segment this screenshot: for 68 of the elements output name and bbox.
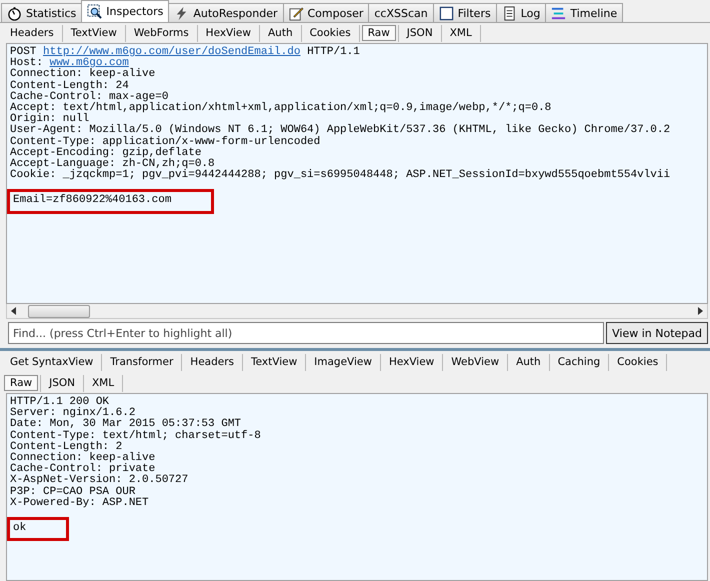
view-tab[interactable]: XML [86, 375, 120, 391]
main-tab[interactable]: AutoResponder [168, 3, 284, 22]
main-tab[interactable]: Statistics [1, 3, 82, 22]
view-tab[interactable]: XML [444, 25, 478, 41]
header-line: POST http://www.m6go.com/user/doSendEmail.do HTTP/1.1 [10, 47, 361, 58]
view-tab[interactable]: Headers [184, 354, 240, 370]
header-line: Content-Length: 24 [10, 80, 129, 92]
header-line: Accept: text/html,application/xhtml+xml,application/xml;q=0.9,image/webp,*/*;q=0.8 [10, 103, 552, 114]
view-tab[interactable]: Auth [262, 25, 299, 41]
header-line: Content-Type: application/x-www-form-urlencoded [10, 136, 322, 148]
header-line: Origin: null [10, 114, 90, 126]
stopwatch-icon [7, 6, 22, 20]
header-line: Accept-Encoding: gzip,deflate [10, 148, 202, 159]
document-icon [502, 6, 517, 20]
main-tab[interactable]: Timeline [545, 3, 624, 22]
view-tab[interactable]: Cookies [304, 25, 357, 41]
pencil-note-icon [288, 6, 304, 20]
header-line: Accept-Language: zh-CN,zh;q=0.8 [10, 159, 215, 170]
view-in-notepad-button[interactable]: View in Notepad [606, 322, 708, 344]
view-tab[interactable]: Auth [510, 354, 547, 370]
timeline-icon [551, 6, 566, 20]
view-tab[interactable]: Raw [4, 375, 38, 391]
header-line: Server: nginx/1.6.2 [10, 408, 136, 420]
view-tab[interactable]: Cookies [611, 354, 664, 370]
header-line: HTTP/1.1 200 OK [10, 397, 110, 408]
header-line: User-Agent: Mozilla/5.0 (Windows NT 6.1; WOW64) AppleWebKit/537.36 (KHTML, like Gecko) Chrome/37.0.2 [10, 125, 672, 136]
view-tab[interactable]: Transformer [104, 354, 180, 370]
view-tab[interactable]: HexView [382, 354, 440, 370]
view-tab[interactable]: TextView [245, 354, 304, 370]
main-tab[interactable]: ccXSScan [368, 3, 434, 22]
header-line: Cookie: _jzqckmp=1; pgv_pvi=9442444288; pgv_si=s6995048448; ASP.NET_SessionId=bxywd555qoebmt554vlvii [10, 170, 672, 182]
view-tab[interactable]: WebView [445, 354, 506, 370]
view-tab[interactable]: Get SyntaxView [4, 354, 100, 370]
view-tab[interactable]: JSON [43, 375, 81, 391]
url-link[interactable]: http://www.m6go.com/user/doSendEmail.do [43, 46, 300, 58]
magnifier-grid-icon [87, 4, 102, 19]
header-line: X-AspNet-Version: 2.0.50727 [10, 475, 190, 486]
header-line: Cache-Control: private [10, 464, 156, 476]
url-link[interactable]: www.m6go.com [50, 57, 129, 70]
header-line: Cache-Control: max-age=0 [10, 92, 168, 103]
view-tab[interactable]: JSON [400, 25, 439, 41]
header-line: Connection: keep-alive [10, 453, 156, 464]
header-line: X-Powered-By: ASP.NET [10, 498, 150, 510]
header-line: Content-Length: 2 [10, 442, 122, 453]
header-line: Date: Mon, 30 Mar 2015 05:37:53 GMT [10, 419, 242, 430]
horizontal-scrollbar[interactable] [6, 304, 708, 319]
view-tab[interactable]: Raw [362, 25, 396, 41]
main-tab[interactable]: Log [496, 3, 546, 22]
right-arrow-icon[interactable] [698, 307, 703, 315]
view-tab[interactable]: Caching [552, 354, 606, 370]
header-line: P3P: CP=CAO PSA OUR [10, 486, 136, 498]
header-line: Host: www.m6go.com [10, 58, 129, 70]
view-tab[interactable]: TextView [64, 25, 123, 41]
header-line: Content-Type: text/html; charset=utf-8 [10, 430, 262, 442]
view-tab[interactable]: WebForms [128, 25, 195, 41]
view-tab[interactable]: ImageView [308, 354, 378, 370]
left-arrow-icon[interactable] [11, 307, 16, 315]
header-line: Connection: keep-alive [10, 69, 156, 80]
main-tab[interactable]: Filters [432, 3, 497, 22]
checkbox-icon [438, 6, 454, 20]
request-body: Email=zf860922%40163.com [7, 189, 214, 214]
response-body: ok [7, 517, 70, 542]
view-tab[interactable]: Headers [4, 25, 60, 41]
find-field[interactable]: Find... (press Ctrl+Enter to highlight all) [8, 322, 604, 344]
main-tab[interactable]: Inspectors [81, 0, 170, 22]
scrollbar-thumb[interactable] [28, 304, 90, 318]
main-tab[interactable]: Composer [282, 3, 370, 22]
view-tab[interactable]: HexView [200, 25, 257, 41]
